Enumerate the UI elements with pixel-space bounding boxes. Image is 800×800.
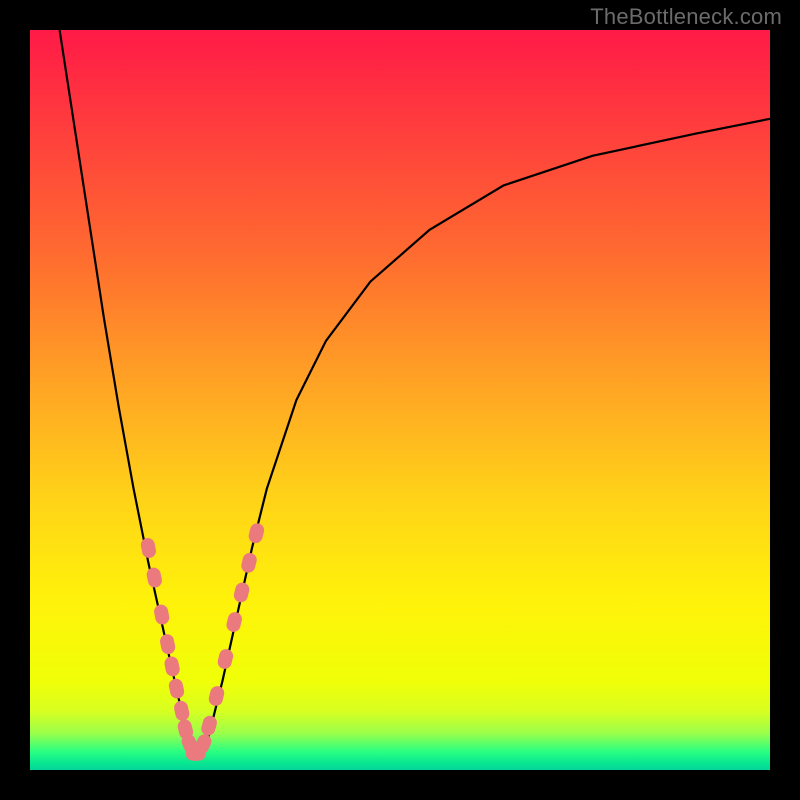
curve-svg xyxy=(30,30,770,770)
bead-marker xyxy=(225,611,243,634)
bead-marker xyxy=(163,655,181,677)
plot-area xyxy=(30,30,770,770)
bead-marker xyxy=(207,685,225,708)
bead-marker xyxy=(140,537,158,559)
bead-marker xyxy=(216,648,234,671)
bead-marker xyxy=(153,603,171,625)
bead-marker xyxy=(232,581,250,604)
bead-marker xyxy=(168,677,186,700)
bead-marker xyxy=(247,522,265,545)
outer-frame: TheBottleneck.com xyxy=(0,0,800,800)
bead-marker xyxy=(240,551,258,574)
watermark-text: TheBottleneck.com xyxy=(590,4,782,30)
bead-group xyxy=(140,522,266,761)
bead-marker xyxy=(173,700,191,723)
bead-marker xyxy=(200,714,219,737)
bead-marker xyxy=(159,633,177,655)
bead-marker xyxy=(145,566,163,588)
